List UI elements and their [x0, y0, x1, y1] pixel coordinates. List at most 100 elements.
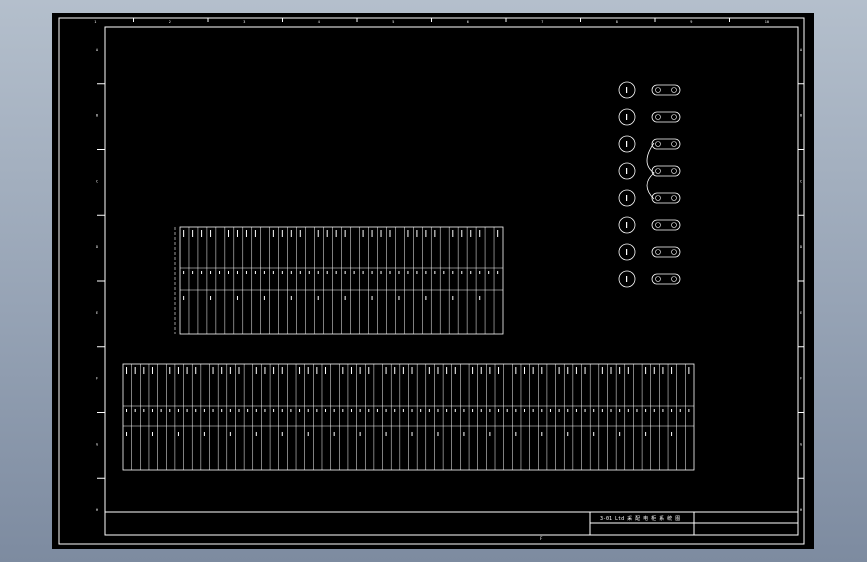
- pin: [655, 249, 661, 255]
- terminal-mark-top: [368, 367, 370, 374]
- zone-label-top: 7: [541, 20, 543, 24]
- zone-label-top: 5: [392, 20, 394, 24]
- connector-pin-pair: [651, 111, 681, 123]
- drawing-sheet: 1 2 3 4 5 6 7 8 9 10 A A B B C C D D E E F F G G H H 3-01 Ltd 采 …: [52, 13, 814, 549]
- terminal-mark-top: [653, 367, 655, 374]
- terminal-mark-top: [183, 230, 185, 237]
- zone-label-top: 10: [765, 20, 769, 24]
- terminal-mark-mid: [228, 271, 230, 274]
- zone-label-left: F: [96, 377, 98, 381]
- cad-viewport[interactable]: 1 2 3 4 5 6 7 8 9 10 A A B B C C D D E E F F G G H H 3-01 Ltd 采 …: [0, 0, 867, 562]
- terminal-mark-mid: [353, 271, 355, 274]
- terminal-mark-mid: [290, 271, 292, 274]
- terminal-mark-mid: [203, 409, 205, 412]
- terminal-mark-top: [498, 367, 500, 374]
- zone-label-top: 8: [616, 20, 618, 24]
- terminal-mark-top: [299, 230, 301, 237]
- connector-pin-pair: [651, 246, 681, 258]
- terminal-mark-mid: [255, 409, 257, 412]
- terminal-mark-bottom: [593, 432, 595, 436]
- terminal-mark-top: [254, 230, 256, 237]
- terminal-mark-top: [480, 367, 482, 374]
- terminal-mark-top: [335, 230, 337, 237]
- terminal-mark-mid: [407, 271, 409, 274]
- terminal-mark-top: [236, 230, 238, 237]
- terminal-mark-mid: [308, 271, 310, 274]
- terminal-mark-mid: [254, 271, 256, 274]
- terminal-mark-top: [558, 367, 560, 374]
- terminal-mark-mid: [394, 409, 396, 412]
- terminal-mark-top: [325, 367, 327, 374]
- terminal-mark-top: [299, 367, 301, 374]
- zone-label-right: F: [800, 377, 802, 381]
- terminal-mark-top: [255, 367, 257, 374]
- terminal-mark-top: [317, 230, 319, 237]
- terminal-mark-mid: [470, 271, 472, 274]
- zone-label-right: C: [800, 179, 802, 183]
- terminal-mark-top: [479, 230, 481, 237]
- terminal-mark-mid: [532, 409, 534, 412]
- terminal-mark-bottom: [307, 432, 309, 436]
- terminal-mark-top: [126, 367, 128, 374]
- terminal-mark-top: [316, 367, 318, 374]
- terminal-mark-mid: [645, 409, 647, 412]
- terminal-mark-top: [326, 230, 328, 237]
- terminal-mark-top: [515, 367, 517, 374]
- terminal-mark-mid: [653, 409, 655, 412]
- pin: [655, 141, 661, 147]
- terminal-mark-mid: [326, 271, 328, 274]
- terminal-mark-top: [584, 367, 586, 374]
- terminal-mark-top: [195, 367, 197, 374]
- drawing-canvas: 1 2 3 4 5 6 7 8 9 10 A A B B C C D D E E F F G G H H 3-01 Ltd 采 …: [58, 17, 805, 545]
- zone-label-top: 4: [318, 20, 320, 24]
- terminal-mark-mid: [506, 409, 508, 412]
- terminal-mark-top: [567, 367, 569, 374]
- terminal-mark-mid: [236, 271, 238, 274]
- terminal-mark-bottom: [425, 296, 427, 300]
- terminal-mark-bottom: [515, 432, 517, 436]
- terminal-mark-top: [411, 367, 413, 374]
- terminal-mark-mid: [210, 271, 212, 274]
- terminal-mark-bottom: [567, 432, 569, 436]
- terminal-mark-mid: [362, 271, 364, 274]
- terminal-mark-mid: [186, 409, 188, 412]
- terminal-mark-top: [272, 230, 274, 237]
- pin: [671, 168, 677, 174]
- terminal-mark-mid: [619, 409, 621, 412]
- terminal-mark-top: [389, 230, 391, 237]
- terminal-mark-mid: [472, 409, 474, 412]
- terminal-mark-top: [177, 367, 179, 374]
- terminal-mark-top: [380, 230, 382, 237]
- terminal-mark-top: [362, 230, 364, 237]
- terminal-mark-top: [416, 230, 418, 237]
- terminal-mark-top: [532, 367, 534, 374]
- zone-label-top: 3: [243, 20, 245, 24]
- terminal-mark-mid: [350, 409, 352, 412]
- terminal-mark-mid: [425, 271, 427, 274]
- drawing-title: 3-01 Ltd 采 配 电 柜 系 统 图: [600, 515, 680, 522]
- terminal-mark-top: [221, 367, 223, 374]
- terminal-mark-bottom: [151, 432, 153, 436]
- terminal-mark-bottom: [385, 432, 387, 436]
- terminal-mark-mid: [523, 409, 525, 412]
- terminal-mark-bottom: [463, 432, 465, 436]
- terminal-mark-mid: [126, 409, 128, 412]
- terminal-mark-mid: [143, 409, 145, 412]
- terminal-mark-mid: [679, 409, 681, 412]
- terminal-mark-mid: [515, 409, 517, 412]
- terminal-mark-mid: [593, 409, 595, 412]
- pin: [671, 141, 677, 147]
- terminal-mark-mid: [461, 271, 463, 274]
- pin: [655, 276, 661, 282]
- pin: [671, 114, 677, 120]
- terminal-mark-mid: [169, 409, 171, 412]
- terminal-mark-top: [575, 367, 577, 374]
- terminal-mark-mid: [601, 409, 603, 412]
- zone-label-left: A: [96, 48, 99, 52]
- terminal-mark-bottom: [359, 432, 361, 436]
- terminal-mark-bottom: [281, 432, 283, 436]
- terminal-mark-bottom: [398, 296, 400, 300]
- terminal-mark-mid: [264, 409, 266, 412]
- connector-pin-pair: [651, 273, 681, 285]
- zone-label-right: H: [800, 508, 802, 512]
